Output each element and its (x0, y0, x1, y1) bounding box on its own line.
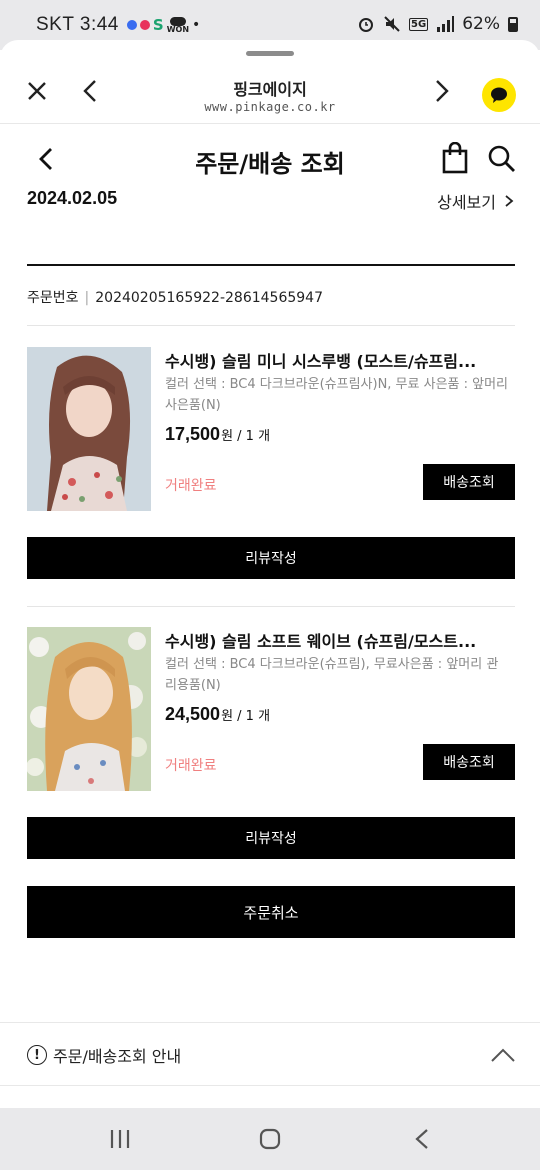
recent-apps-icon[interactable] (108, 1128, 132, 1150)
price-unit: 원 / 1 개 (221, 709, 271, 724)
shopping-bag-icon[interactable] (441, 142, 469, 174)
product-name[interactable]: 수시뱅) 슬림 소프트 웨이브 (슈프림/모스트... (165, 628, 510, 652)
network-badge: 5G (409, 17, 429, 31)
order-number-separator: | (84, 290, 90, 306)
detail-link[interactable]: 상세보기 (437, 189, 514, 213)
system-navigation-bar (0, 1108, 540, 1170)
order-number-row: 주문번호 | 20240205165922-28614565947 (27, 287, 323, 307)
status-right: 5G 62% (357, 14, 518, 34)
divider (27, 325, 515, 326)
write-review-button[interactable]: 리뷰작성 (27, 537, 515, 579)
battery-icon (508, 16, 518, 32)
product-image (27, 347, 151, 511)
product-options: 컬러 선택 : BC4 다크브라운(슈프림), 무료사은품 : 앞머리 관리용품… (165, 657, 499, 693)
signal-icon (437, 16, 455, 32)
cancel-order-button[interactable]: 주문취소 (27, 886, 515, 938)
home-icon[interactable] (258, 1127, 282, 1151)
chevron-up-icon[interactable] (490, 1047, 516, 1063)
price-value: 17,500 (165, 424, 221, 444)
status-left: SKT 3:44 S WON • (36, 14, 200, 36)
kakao-chat-icon (491, 87, 507, 103)
order-status: 거래완료 (165, 758, 217, 774)
product-options: 컬러 선택 : BC4 다크브라운(슈프림사)N, 무료 사은품 : 앞머리 사… (165, 377, 509, 413)
info-section-label: 주문/배송조회 안내 (53, 1047, 182, 1066)
track-delivery-button[interactable]: 배송조회 (423, 464, 515, 500)
system-back-icon[interactable] (412, 1127, 432, 1151)
order-date: 2024.02.05 (27, 188, 118, 208)
app-dot-icon (126, 20, 137, 30)
divider (27, 606, 515, 607)
mute-icon (384, 16, 400, 32)
product-thumbnail[interactable] (27, 627, 151, 791)
won-icon: WON (167, 16, 189, 34)
site-url: www.pinkage.co.kr (204, 100, 336, 114)
order-number-value: 20240205165922-28614565947 (95, 290, 323, 306)
product-price: 24,500원 / 1 개 (165, 704, 270, 725)
order-number-label: 주문번호 (27, 290, 79, 306)
alarm-icon (359, 18, 374, 32)
dot-icon: • (192, 17, 201, 33)
app-dot-icon (139, 20, 150, 30)
search-icon[interactable] (487, 144, 517, 174)
page-header: 주문/배송 조회 (0, 126, 540, 196)
detail-link-label: 상세보기 (437, 193, 496, 212)
product-price: 17,500원 / 1 개 (165, 424, 270, 445)
track-delivery-button[interactable]: 배송조회 (423, 744, 515, 780)
price-unit: 원 / 1 개 (221, 429, 271, 444)
write-review-button[interactable]: 리뷰작성 (27, 817, 515, 859)
info-section-header: ! 주문/배송조회 안내 (27, 1043, 181, 1067)
divider (27, 264, 515, 266)
toss-icon: S (152, 16, 164, 34)
carrier-time: SKT 3:44 (36, 14, 119, 35)
browser-toolbar: 핑크에이지 www.pinkage.co.kr (0, 58, 540, 124)
price-value: 24,500 (165, 704, 221, 724)
kakao-chat-button[interactable] (482, 78, 516, 112)
browser-sheet: 핑크에이지 www.pinkage.co.kr 주문/배송 조회 2024.02… (0, 40, 540, 1110)
battery-percent: 62% (462, 14, 500, 34)
forward-icon[interactable] (428, 78, 454, 104)
product-thumbnail[interactable] (27, 347, 151, 511)
sheet-handle[interactable] (246, 51, 294, 56)
info-section[interactable]: ! 주문/배송조회 안내 (0, 1022, 540, 1086)
product-name[interactable]: 수시뱅) 슬림 미니 시스루뱅 (모스트/슈프림... (165, 348, 510, 372)
order-status: 거래완료 (165, 478, 217, 494)
product-image (27, 627, 151, 791)
chevron-right-icon (505, 195, 514, 207)
site-title: 핑크에이지 (233, 80, 307, 99)
info-icon: ! (27, 1045, 47, 1065)
notification-icons: S WON • (126, 16, 201, 34)
